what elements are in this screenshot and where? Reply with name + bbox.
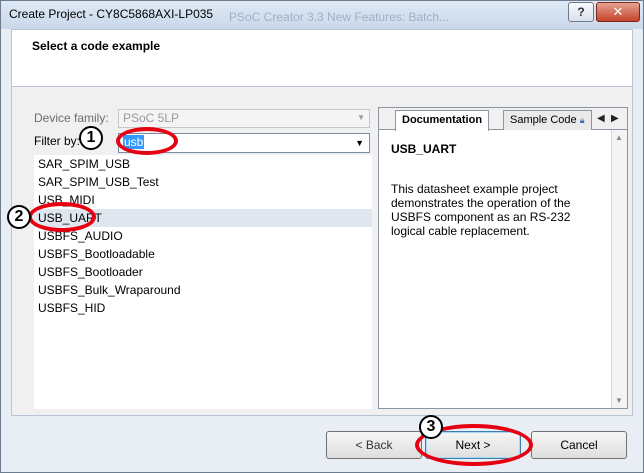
- device-family-value: PSoC 5LP: [123, 111, 180, 125]
- filter-label: Filter by:: [34, 134, 81, 148]
- annotation-circle-usb-uart: [28, 202, 96, 232]
- device-family-label: Device family:: [34, 111, 109, 125]
- list-item[interactable]: USBFS_Bootloadable: [34, 245, 372, 263]
- chevron-down-icon[interactable]: ▼: [355, 138, 364, 148]
- list-item[interactable]: USBFS_AUDIO: [34, 227, 372, 245]
- help-icon: ?: [577, 5, 585, 19]
- tab-documentation[interactable]: Documentation: [395, 110, 490, 131]
- back-button[interactable]: < Back: [326, 431, 422, 459]
- cancel-button[interactable]: Cancel: [531, 431, 627, 459]
- doc-scrollbar[interactable]: ▲ ▼: [611, 130, 627, 408]
- wizard-content: Device family: PSoC 5LP ▼ Filter by: usb…: [11, 87, 633, 416]
- tab-strip: Documentation Sample Code 🔒︎ ◀ ▶: [379, 108, 627, 131]
- close-button[interactable]: ✕: [596, 2, 640, 22]
- create-project-dialog: PSoC Creator 3.3 New Features: Batch... …: [0, 0, 644, 473]
- step-badge-2: 2: [7, 205, 31, 229]
- help-button[interactable]: ?: [568, 2, 594, 22]
- tab-sample-code[interactable]: Sample Code 🔒︎: [503, 110, 592, 130]
- doc-title: USB_UART: [391, 142, 457, 156]
- background-window-title: PSoC Creator 3.3 New Features: Batch...: [229, 10, 450, 24]
- list-item[interactable]: SAR_SPIM_USB: [34, 155, 372, 173]
- lock-icon: 🔒︎: [579, 115, 585, 125]
- step-badge-3: 3: [419, 415, 443, 439]
- scroll-up-icon[interactable]: ▲: [615, 133, 623, 142]
- tab-scroll-left-icon[interactable]: ◀: [597, 113, 605, 124]
- close-icon: ✕: [612, 4, 624, 19]
- wizard-header: Select a code example: [11, 29, 633, 87]
- tab-sample-code-label: Sample Code: [510, 114, 577, 126]
- title-bar: PSoC Creator 3.3 New Features: Batch... …: [1, 1, 643, 29]
- list-item[interactable]: USBFS_HID: [34, 299, 372, 317]
- documentation-body: USB_UART This datasheet example project …: [379, 130, 611, 408]
- list-item[interactable]: USBFS_Bulk_Wraparound: [34, 281, 372, 299]
- tab-scroll-right-icon[interactable]: ▶: [611, 113, 619, 124]
- window-title: Create Project - CY8C5868AXI-LP035: [9, 7, 214, 21]
- documentation-panel: Documentation Sample Code 🔒︎ ◀ ▶ USB_UAR…: [378, 107, 628, 409]
- list-item[interactable]: SAR_SPIM_USB_Test: [34, 173, 372, 191]
- list-item[interactable]: USBFS_Bootloader: [34, 263, 372, 281]
- code-example-list[interactable]: SAR_SPIM_USB SAR_SPIM_USB_Test USB_MIDI …: [34, 155, 372, 409]
- annotation-circle-filter: [116, 127, 178, 155]
- doc-description: This datasheet example project demonstra…: [391, 182, 571, 238]
- page-title: Select a code example: [32, 39, 161, 53]
- scroll-down-icon[interactable]: ▼: [615, 396, 623, 405]
- step-badge-1: 1: [79, 126, 103, 150]
- device-family-select: PSoC 5LP ▼: [118, 109, 370, 128]
- chevron-down-icon: ▼: [357, 113, 365, 122]
